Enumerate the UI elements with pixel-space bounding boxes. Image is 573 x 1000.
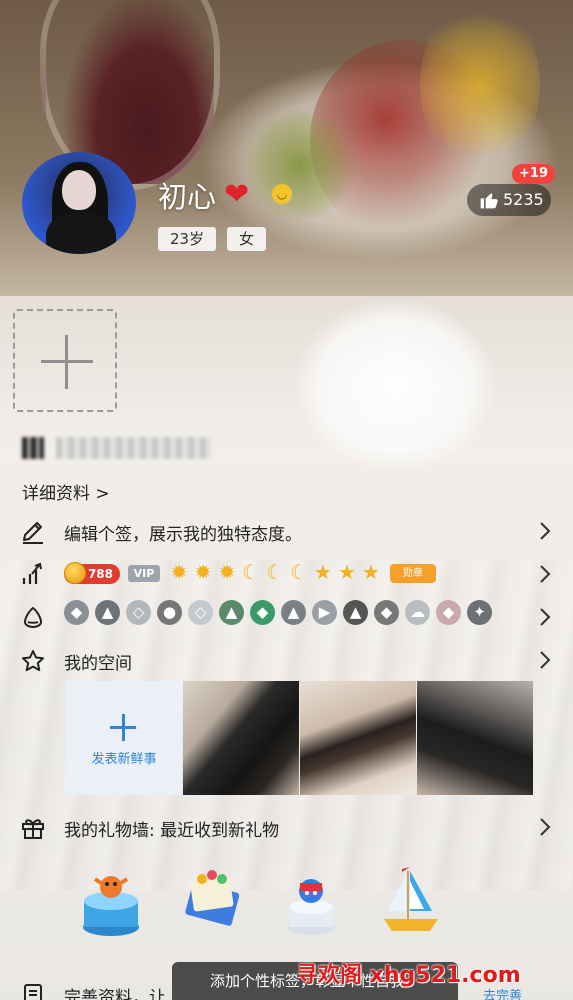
level-icons: ✹ ✹ ✹ ☾ ☾ ☾ ★ ★ ★ [168, 561, 382, 583]
like-increment-badge: +19 [512, 164, 555, 184]
rank-up-icon [22, 562, 42, 584]
space-photo[interactable] [300, 681, 416, 795]
diamond-icon: ◆ [374, 600, 399, 625]
diamond-icon: ◇ [126, 600, 151, 625]
cloud-icon: ☁ [405, 600, 430, 625]
moon-icon: ☾ [266, 560, 284, 584]
chevron-right-icon [540, 651, 551, 669]
background-leaves [240, 110, 360, 220]
sun-icon: ✹ [218, 560, 236, 584]
blurred-id [56, 437, 211, 459]
medal-icon: ● [157, 600, 182, 625]
gift-wall-row[interactable]: 我的礼物墙: 最近收到新礼物 [0, 805, 573, 849]
signature-row[interactable]: 编辑个签，展示我的独特态度。 [0, 509, 573, 553]
my-space-label: 我的空间 [64, 654, 132, 674]
medal-icon: ◆ [64, 600, 89, 625]
moon-icon: ☾ [242, 560, 260, 584]
crab-cake-gift-icon[interactable] [80, 865, 142, 939]
coin-icon [64, 562, 86, 584]
signature-text: 编辑个签，展示我的独特态度。 [64, 525, 302, 545]
like-button[interactable]: 5235 [467, 184, 551, 216]
chevron-right-icon [540, 522, 551, 540]
site-watermark: 寻欢阁 xhg521.com [296, 963, 521, 988]
plus-icon-vertical [65, 335, 68, 389]
background-flowers [420, 0, 540, 170]
chevron-right-icon [540, 608, 551, 626]
sun-icon: ✹ [194, 560, 212, 584]
complete-profile-label: 完善资料，让 [64, 988, 166, 1000]
medal-icon [23, 606, 43, 629]
like-count: 5235 [503, 190, 544, 209]
heart-icon: ❤ [224, 177, 250, 212]
moon-icon: ☾ [290, 560, 308, 584]
plus-icon [122, 714, 125, 741]
gift-icon [22, 819, 44, 839]
vip-badge: VIP [128, 565, 160, 582]
medal-icon: ▲ [95, 600, 120, 625]
thumbs-up-icon [480, 193, 498, 209]
avatar-body [46, 212, 116, 254]
space-gallery: 发表新鲜事 [66, 681, 533, 795]
play-icon: ▶ [312, 600, 337, 625]
medal-icon: ✦ [467, 600, 492, 625]
new-post-label: 发表新鲜事 [91, 752, 157, 767]
document-icon [24, 984, 42, 1000]
space-photo[interactable] [183, 681, 299, 795]
space-photo[interactable] [417, 681, 533, 795]
edit-pencil-icon [23, 522, 43, 544]
star-icon: ★ [314, 560, 332, 584]
avatar-face [62, 170, 96, 210]
blurred-id-prefix [22, 437, 44, 459]
medal-list: ◆ ▲ ◇ ● ◇ ▲ ◆ ▲ ▶ ▲ ◆ ☁ ◆ ✦ [64, 600, 492, 625]
gift-wall-label: 我的礼物墙: 最近收到新礼物 [64, 821, 280, 841]
cartoon-cake-gift-icon[interactable] [280, 865, 342, 939]
age-chip: 23岁 [158, 227, 217, 251]
nickname: 初心 [158, 180, 217, 214]
avatar[interactable] [22, 152, 136, 254]
chevron-right-icon [540, 565, 551, 583]
add-photo-button[interactable] [13, 309, 117, 412]
sun-icon: ✹ [170, 560, 188, 584]
new-post-button[interactable]: 发表新鲜事 [66, 681, 182, 795]
diamond-icon: ◆ [250, 600, 275, 625]
star-icon: ★ [338, 560, 356, 584]
detail-profile-link[interactable]: 详细资料 > [22, 479, 110, 504]
diamond-icon: ◇ [188, 600, 213, 625]
star-outline-icon [22, 650, 44, 672]
my-space-row[interactable]: 我的空间 [0, 638, 573, 682]
smiley-icon: ◡ [272, 184, 292, 204]
sailboat-gift-icon[interactable] [380, 865, 442, 939]
gift-list [80, 865, 530, 945]
star-icon: ★ [362, 560, 380, 584]
gender-chip: 女 [227, 227, 267, 251]
medal-icon: ▲ [281, 600, 306, 625]
chevron-right-icon [540, 818, 551, 836]
medal-icon: ▲ [343, 600, 368, 625]
diamond-icon: ◆ [436, 600, 461, 625]
medal-icon: ▲ [219, 600, 244, 625]
medal-badge: 勋章 [390, 564, 436, 583]
birthday-card-gift-icon[interactable] [182, 865, 244, 939]
